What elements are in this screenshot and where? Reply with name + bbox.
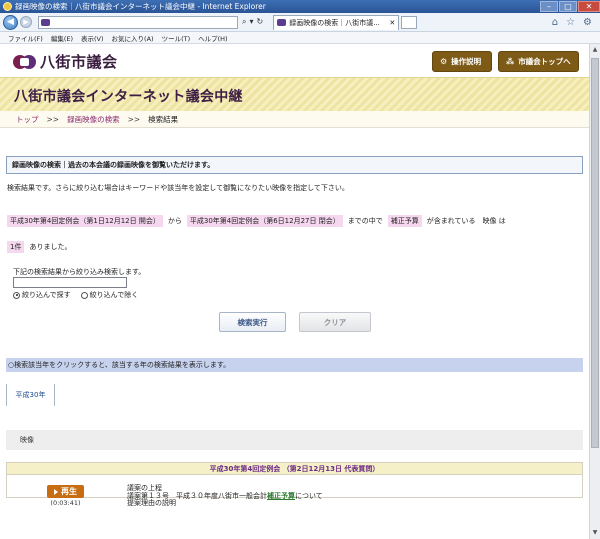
result-item: 平成30年第4回定例会 （第2日12月13日 代表質問） 再生 (0:03:41… [6, 462, 583, 507]
breadcrumb: トップ >> 録画映像の検索 >> 検索結果 [0, 111, 589, 128]
browser-tab[interactable]: 録画映像の検索｜八街市議... ✕ [273, 14, 400, 30]
maximize-icon[interactable]: □ [559, 1, 577, 12]
criteria-from-text: から [167, 217, 182, 225]
radio-exclude-label: 絞り込んで除く [89, 291, 139, 299]
dropdown-icon[interactable]: ▾ [249, 17, 253, 27]
play-button[interactable]: 再生 [47, 485, 84, 498]
forward-icon[interactable]: ▶ [20, 16, 32, 28]
menu-tools[interactable]: ツール(T) [162, 33, 191, 43]
breadcrumb-top-link[interactable]: トップ [16, 114, 39, 125]
back-icon[interactable]: ◀ [3, 14, 18, 30]
manual-button[interactable]: ⚙ 操作説明 [432, 51, 492, 72]
result-line-2-suffix: について [295, 491, 323, 500]
video-duration: (0:03:41) [50, 499, 81, 507]
close-icon[interactable]: ✕ [578, 1, 600, 12]
criteria-between-text: までの中で [347, 217, 383, 225]
address-tools: ⌕ ▾ ↻ [242, 17, 263, 27]
result-session-title[interactable]: 平成30年第4回定例会 （第2日12月13日 代表質問） [7, 463, 582, 475]
scroll-down-icon[interactable]: ▼ [591, 528, 599, 538]
breadcrumb-current: 検索結果 [148, 114, 179, 124]
ie-icon [3, 2, 12, 11]
result-description: 議案の上程 議案第１３号 平成３０年度八街市一般会計補正予算について 提案理由の… [127, 484, 323, 508]
criteria-contains-text: が含まれている 映像 は [426, 217, 506, 225]
breadcrumb-separator: >> [46, 114, 60, 124]
criteria-count: 1件 [7, 241, 25, 253]
page-banner: 八街市議会インターネット議会中継 [0, 77, 589, 111]
city-emblem-icon [13, 54, 37, 70]
site-favicon-icon [41, 18, 50, 26]
clear-button[interactable]: クリア [299, 312, 371, 332]
menu-file[interactable]: ファイル(F) [8, 33, 43, 43]
menu-view[interactable]: 表示(V) [81, 33, 104, 43]
vertical-scrollbar[interactable]: ▲ ▼ [589, 44, 600, 539]
page-viewport: 八街市議会 ⚙ 操作説明 ⁂ 市議会トップへ 八街市議会インターネット議会中継 … [0, 44, 589, 539]
refine-label: 下記の検索結果から絞り込み検索します。 [13, 268, 146, 276]
window-titlebar: 録画映像の検索｜八街市議会インターネット議会中継 - Internet Expl… [0, 0, 600, 13]
scroll-up-icon[interactable]: ▲ [591, 45, 599, 55]
radio-exclude-dot[interactable] [80, 291, 88, 299]
new-tab-button[interactable] [401, 15, 418, 29]
result-keyword-link[interactable]: 補正予算 [267, 492, 295, 500]
play-button-label: 再生 [61, 487, 77, 496]
refine-mode: 絞り込んで探す 絞り込んで除く [13, 290, 138, 300]
site-header: 八街市議会 ⚙ 操作説明 ⁂ 市議会トップへ [0, 44, 589, 77]
site-logo[interactable]: 八街市議会 [13, 51, 118, 72]
favorites-star-icon[interactable]: ☆ [566, 17, 575, 28]
play-icon [54, 488, 58, 495]
result-line-3: 提案理由の説明 [127, 499, 176, 507]
breadcrumb-search-link[interactable]: 録画映像の検索 [67, 114, 120, 125]
criteria-to: 平成30年第4回定例会（第6日12月27日 閉会） [186, 215, 343, 227]
results-intro: 検索結果です。さらに絞り込む場合はキーワードや該当年を設定して御覧になりたい映像… [7, 184, 349, 192]
video-section-header: 映像 [6, 430, 583, 450]
logo-text: 八街市議会 [40, 53, 118, 71]
year-tab-h30[interactable]: 平成30年 [6, 384, 55, 406]
year-notice: ○検索該当年をクリックすると、該当する年の検索結果を表示します。 [6, 358, 583, 372]
page-title: 八街市議会インターネット議会中継 [14, 89, 243, 105]
search-criteria: 平成30年第4回定例会（第1日12月12日 開会） から 平成30年第4回定例会（第… [7, 208, 584, 260]
window-controls: – □ ✕ [539, 0, 600, 13]
search-icon[interactable]: ⌕ [242, 17, 246, 27]
tab-close-icon[interactable]: ✕ [389, 19, 395, 27]
address-bar[interactable] [38, 15, 238, 29]
council-top-button-label: 市議会トップへ [518, 57, 571, 66]
radio-exclude[interactable]: 絞り込んで除く [80, 290, 139, 300]
refresh-icon[interactable]: ↻ [257, 17, 264, 27]
breadcrumb-separator: >> [127, 114, 141, 124]
window-title: 録画映像の検索｜八街市議会インターネット議会中継 - Internet Expl… [15, 2, 266, 11]
browser-navbar: ◀ ▶ ⌕ ▾ ↻ 録画映像の検索｜八街市議... ✕ ⌂ ☆ ⚙ [0, 13, 600, 32]
minimize-icon[interactable]: – [540, 1, 558, 12]
criteria-keyword: 補正予算 [387, 215, 422, 227]
radio-include-label: 絞り込んで探す [22, 291, 71, 299]
radio-include-dot[interactable] [13, 291, 20, 299]
section-notice: 録画映像の検索｜過去の本会議の録画映像を御覧いただけます。 [6, 156, 583, 174]
radio-include[interactable]: 絞り込んで探す [13, 290, 71, 300]
tab-title: 録画映像の検索｜八街市議... [289, 18, 380, 27]
menu-edit[interactable]: 編集(E) [51, 33, 73, 43]
menu-bar: ファイル(F) 編集(E) 表示(V) お気に入り(A) ツール(T) ヘルプ(… [0, 32, 600, 44]
tab-favicon-icon [277, 19, 287, 26]
refine-keyword-input[interactable] [13, 277, 127, 288]
menu-help[interactable]: ヘルプ(H) [198, 33, 227, 43]
menu-favorites[interactable]: お気に入り(A) [112, 33, 154, 43]
manual-button-label: 操作説明 [451, 57, 482, 66]
home-icon[interactable]: ⌂ [552, 17, 558, 28]
sitemap-icon: ⁂ [506, 57, 515, 66]
browser-tools: ⌂ ☆ ⚙ [552, 17, 600, 28]
search-button[interactable]: 検索実行 [219, 312, 286, 332]
gear-icon[interactable]: ⚙ [583, 17, 592, 28]
gear-icon: ⚙ [440, 57, 448, 66]
criteria-found-text: ありました。 [29, 243, 72, 251]
council-top-button[interactable]: ⁂ 市議会トップへ [498, 51, 579, 72]
criteria-from: 平成30年第4回定例会（第1日12月12日 開会） [7, 215, 163, 227]
scrollbar-thumb[interactable] [591, 58, 599, 448]
